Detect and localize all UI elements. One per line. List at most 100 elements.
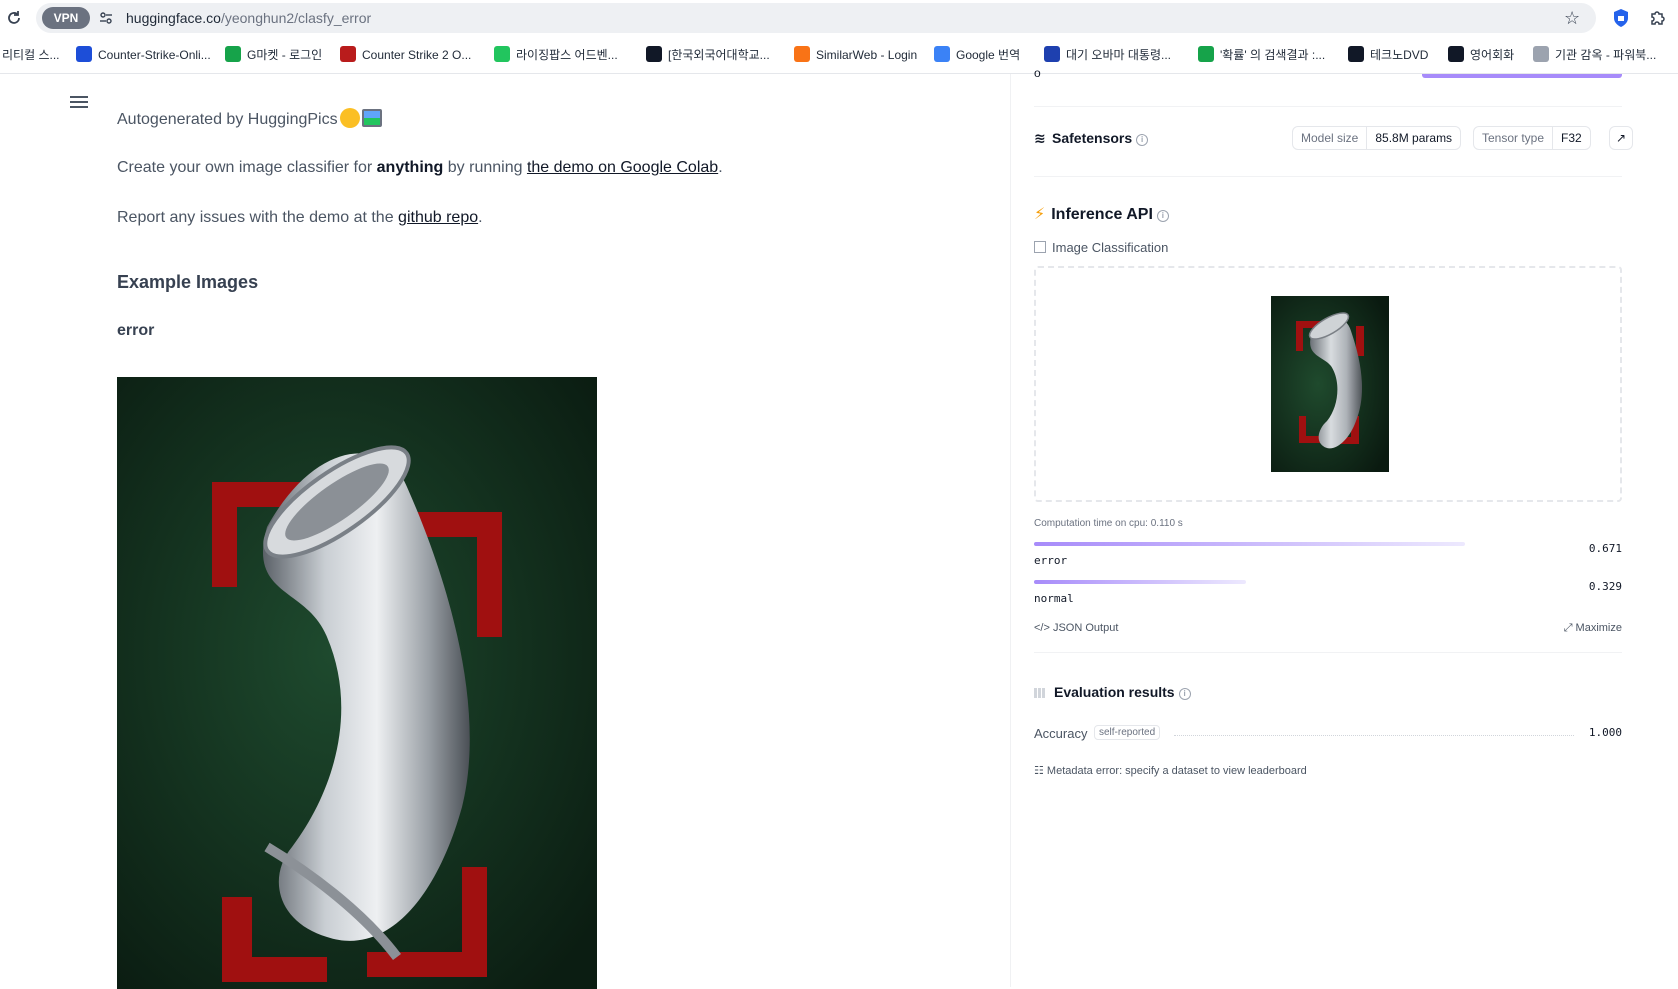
bookmark-item[interactable]: 테크노DVD [1348, 45, 1428, 65]
bookmark-item[interactable]: 영어회화 [1448, 45, 1514, 65]
tensor-type-key: Tensor type [1474, 127, 1554, 149]
info-icon[interactable]: i [1136, 134, 1149, 146]
bookmark-favicon-icon [1198, 46, 1214, 62]
json-output-button[interactable]: </> JSON Output [1034, 622, 1118, 634]
bookmark-favicon-icon [1448, 46, 1464, 62]
result-label: normal [1034, 592, 1074, 605]
vpn-badge[interactable]: VPN [42, 7, 90, 29]
create-mid: by running [443, 159, 527, 176]
colab-demo-link[interactable]: the demo on Google Colab [527, 159, 718, 176]
bookmark-item[interactable]: Google 번역 [934, 45, 1020, 65]
bookmark-favicon-icon [225, 46, 241, 62]
lightning-icon: ⚡ [1034, 206, 1046, 223]
maximize-icon: ⤢ [1563, 622, 1576, 634]
inference-api-title: ⚡ Inference API i [1034, 204, 1169, 224]
bookmark-label: '확률' 의 검색결과 :... [1220, 48, 1326, 62]
bookmark-favicon-icon [340, 46, 356, 62]
eval-title-text: Evaluation results [1054, 684, 1175, 700]
bookmark-label: SimilarWeb - Login [816, 48, 918, 62]
result-score-bar [1034, 580, 1246, 584]
result-score-bar [1034, 542, 1465, 546]
example-label: error [117, 322, 155, 339]
image-classification-icon [1034, 241, 1046, 253]
shield-extension-icon[interactable] [1612, 8, 1630, 28]
bookmark-item[interactable]: 리티컬 스... [2, 45, 60, 65]
bookmark-label: 라이징팝스 어드벤... [516, 48, 618, 62]
info-icon[interactable]: i [1178, 688, 1191, 700]
section-divider [1034, 652, 1622, 653]
inference-title-text: Inference API [1051, 206, 1153, 223]
result-score: 0.671 [1588, 542, 1622, 555]
safetensors-row: ≋ Safetensors i Model size 85.8M params Ten… [1034, 126, 1633, 152]
bookmark-item[interactable]: Counter Strike 2 O... [340, 45, 471, 65]
bookmark-item[interactable]: 라이징팝스 어드벤... [494, 45, 618, 65]
bookmark-label: 대기 오바마 대통령... [1066, 48, 1171, 62]
site-info-icon[interactable] [98, 10, 114, 26]
bookmark-label: 영어회화 [1470, 48, 1515, 62]
layers-icon: ≋ [1034, 130, 1046, 146]
info-icon[interactable]: i [1156, 210, 1169, 222]
url-host: huggingface.co [126, 10, 221, 26]
create-prefix: Create your own image classifier for [117, 159, 377, 176]
column-divider [1010, 74, 1011, 987]
bookmark-favicon-icon [494, 46, 510, 62]
safetensors-title[interactable]: ≋ Safetensors i [1034, 130, 1149, 147]
bookmark-item[interactable]: 기관 감옥 - 파워북... [1533, 45, 1656, 65]
bookmark-favicon-icon [76, 46, 92, 62]
accuracy-row: Accuracy self-reported 1.000 [1034, 724, 1622, 744]
bookmark-item[interactable]: [한국외국어대학교... [646, 45, 770, 65]
browser-toolbar: VPN huggingface.co/yeonghun2/clasfy_erro… [0, 0, 1678, 36]
create-paragraph: Create your own image classifier for any… [117, 159, 723, 177]
bookmark-item[interactable]: 대기 오바마 대통령... [1044, 45, 1171, 65]
bookmark-item[interactable]: Counter-Strike-Onli... [76, 45, 211, 65]
report-paragraph: Report any issues with the demo at the g… [117, 209, 483, 227]
url-text[interactable]: huggingface.co/yeonghun2/clasfy_error [126, 10, 371, 26]
hugging-face-emoji-icon [339, 108, 360, 128]
url-path: /yeonghun2/clasfy_error [220, 10, 372, 26]
bookmark-label: 테크노DVD [1370, 48, 1429, 62]
accuracy-label: Accuracy [1034, 726, 1088, 741]
bookmark-label: 리티컬 스... [2, 48, 60, 62]
open-safetensors-button[interactable]: ↗ [1609, 126, 1633, 150]
result-row: error 0.671 [1034, 542, 1622, 572]
report-suffix: . [478, 209, 483, 226]
bookmark-favicon-icon [1044, 46, 1060, 62]
list-icon: ☷ [1034, 765, 1047, 777]
json-output-label: JSON Output [1052, 622, 1119, 634]
bookmark-item[interactable]: SimilarWeb - Login [794, 45, 917, 65]
model-size-tag: Model size 85.8M params [1292, 126, 1462, 150]
bookmark-star-icon[interactable]: ☆ [1564, 8, 1584, 28]
create-suffix: . [718, 159, 723, 176]
image-dropzone[interactable] [1034, 266, 1622, 502]
result-label: error [1034, 554, 1068, 567]
picture-emoji-icon [361, 109, 382, 127]
uploaded-image-thumbnail [1271, 296, 1389, 472]
reload-icon[interactable] [4, 8, 24, 28]
task-label: Image Classification [1034, 240, 1168, 255]
task-text: Image Classification [1052, 240, 1169, 255]
download-count-fragment: o [1034, 66, 1041, 80]
model-size-value: 85.8M params [1375, 131, 1453, 145]
github-repo-link[interactable]: github repo [398, 209, 478, 226]
bookmark-favicon-icon [1533, 46, 1549, 62]
create-bold: anything [376, 159, 444, 176]
bookmark-label: G마켓 - 로그인 [247, 48, 323, 62]
extensions-puzzle-icon[interactable] [1648, 8, 1668, 28]
accuracy-value: 1.000 [1588, 726, 1622, 739]
evaluation-results-title: Evaluation results i [1034, 684, 1191, 700]
tensor-type-tag: Tensor type F32 [1473, 126, 1591, 150]
hamburger-menu-icon[interactable] [70, 96, 88, 110]
result-score: 0.329 [1588, 580, 1622, 593]
code-icon: </> [1034, 622, 1053, 634]
bookmark-item[interactable]: '확률' 의 검색결과 :... [1198, 45, 1325, 65]
bookmark-label: Counter-Strike-Onli... [98, 48, 211, 62]
bookmark-item[interactable]: G마켓 - 로그인 [225, 45, 322, 65]
model-page: Autogenerated by HuggingPics Create your… [0, 66, 1678, 989]
bookmark-favicon-icon [934, 46, 950, 62]
example-images-heading: Example Images [117, 272, 259, 292]
address-bar[interactable]: VPN huggingface.co/yeonghun2/clasfy_erro… [36, 3, 1596, 33]
section-divider [1034, 106, 1622, 107]
example-image [117, 377, 597, 989]
maximize-button[interactable]: ⤢ Maximize [1564, 622, 1622, 635]
bookmark-label: 기관 감옥 - 파워북... [1555, 48, 1657, 62]
